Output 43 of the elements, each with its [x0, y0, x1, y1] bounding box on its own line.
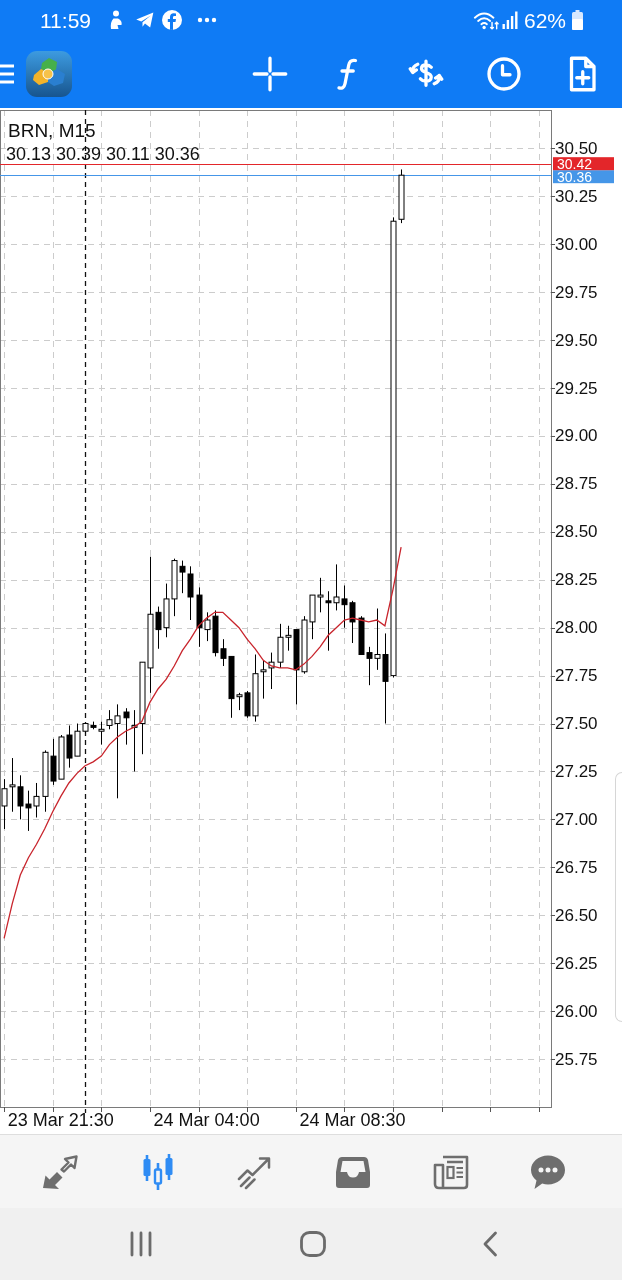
price-label: 30.50	[555, 138, 598, 158]
crosshair-icon[interactable]	[252, 56, 288, 92]
app-logo-icon[interactable]	[26, 51, 72, 97]
price-tag: 30.42	[553, 155, 614, 172]
menu-icon[interactable]	[0, 64, 14, 84]
price-tag: 30.36	[553, 168, 614, 185]
ohlc-readout: 30.13 30.39 30.11 30.36	[6, 144, 200, 164]
price-label: 29.50	[555, 330, 598, 350]
price-label: 26.25	[555, 953, 598, 973]
edge-panel-handle[interactable]	[615, 772, 622, 1022]
battery-icon	[572, 10, 583, 30]
price-label: 28.50	[555, 522, 598, 542]
price-label: 27.50	[555, 714, 598, 734]
chart-title: BRN, M15	[8, 120, 96, 141]
more-dots-icon	[197, 17, 217, 23]
time-label: 23 Mar 21:30	[7, 1110, 114, 1130]
signal-icon	[501, 11, 518, 29]
price-label: 25.75	[555, 1049, 598, 1069]
price-label: 28.25	[555, 570, 598, 590]
price-label: 29.00	[555, 426, 598, 446]
home-icon[interactable]	[300, 1231, 326, 1257]
person-icon	[108, 10, 124, 30]
paper-plane-icon	[135, 10, 155, 30]
price-label: 30.25	[555, 186, 598, 206]
price-label: 29.25	[555, 378, 598, 398]
price-label: 27.75	[555, 666, 598, 686]
battery-percent: 62%	[523, 9, 566, 31]
circle-f-icon	[162, 10, 182, 30]
price-label: 27.25	[555, 761, 598, 781]
price-label: 27.00	[555, 809, 598, 829]
price-label: 26.50	[555, 905, 598, 925]
price-label: 29.75	[555, 282, 598, 302]
time-label: 24 Mar 04:00	[153, 1110, 260, 1130]
time-label: 24 Mar 08:30	[299, 1110, 406, 1130]
price-label: 26.75	[555, 857, 598, 877]
price-label: 26.00	[555, 1001, 598, 1021]
status-time: 11:59	[40, 9, 91, 31]
price-label: 30.00	[555, 234, 598, 254]
recent-apps-icon[interactable]	[129, 1231, 153, 1257]
price-label: 28.00	[555, 618, 598, 638]
clock-icon[interactable]	[486, 56, 522, 92]
price-label: 28.75	[555, 474, 598, 494]
back-icon[interactable]	[482, 1231, 498, 1257]
